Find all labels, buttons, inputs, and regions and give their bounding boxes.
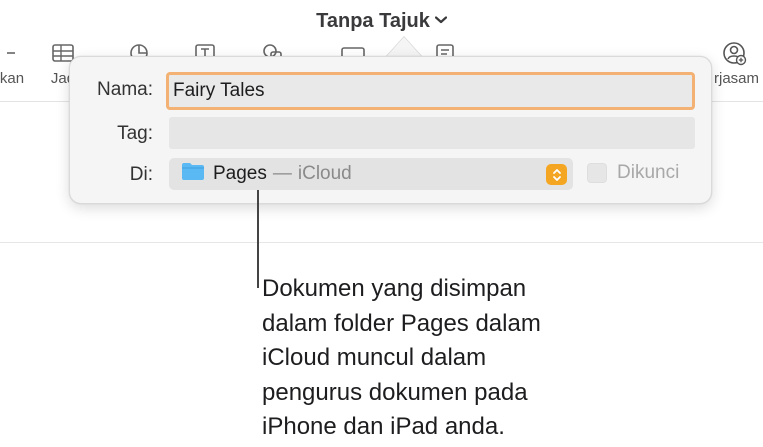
chevron-down-icon xyxy=(434,11,447,27)
callout-line-3: iCloud muncul dalam xyxy=(262,344,487,371)
toolbar-item-collaborate-label: rjasam xyxy=(714,70,760,87)
window-title[interactable]: Tanpa Tajuk xyxy=(0,10,763,33)
toolbar-item-insert[interactable]: kan xyxy=(0,40,30,87)
tag-label: Tag: xyxy=(117,123,153,144)
popover-arrow xyxy=(386,37,422,57)
tag-field[interactable] xyxy=(169,117,695,149)
location-separator: — xyxy=(272,163,292,184)
save-popover: Nama: Fairy Tales Tag: Di: Pages — iClou… xyxy=(69,56,712,204)
name-label: Nama: xyxy=(97,79,153,100)
select-stepper-icon[interactable] xyxy=(546,164,567,185)
location-select[interactable]: Pages — iCloud xyxy=(169,158,573,190)
name-field[interactable]: Fairy Tales xyxy=(166,72,695,110)
screenshot: Tanpa Tajuk kan Jad rjasam Nama: Fairy T… xyxy=(0,0,763,447)
toolbar-item-insert-label: kan xyxy=(0,70,25,87)
locked-label: Dikunci xyxy=(617,162,680,183)
callout-line-5: iPhone dan iPad anda. xyxy=(262,413,505,440)
locked-checkbox[interactable] xyxy=(587,163,607,183)
callout-line-4: pengurus dokumen pada xyxy=(262,378,528,406)
window-title-text: Tanpa Tajuk xyxy=(316,10,430,32)
folder-icon xyxy=(181,161,205,187)
callout-line-1: Dokumen yang disimpan xyxy=(262,275,527,302)
location-service: iCloud xyxy=(297,163,352,184)
insert-icon xyxy=(0,40,30,66)
page-divider xyxy=(0,242,763,243)
callout-line-2: dalam folder Pages dalam xyxy=(262,309,541,337)
location-folder: Pages xyxy=(213,163,267,184)
callout-text: Dokumen yang disimpan dalam folder Pages… xyxy=(262,272,662,445)
locked-option[interactable]: Dikunci xyxy=(587,162,679,184)
callout-leader-line xyxy=(257,190,259,288)
location-label: Di: xyxy=(129,164,153,185)
name-field-value: Fairy Tales xyxy=(173,80,265,101)
